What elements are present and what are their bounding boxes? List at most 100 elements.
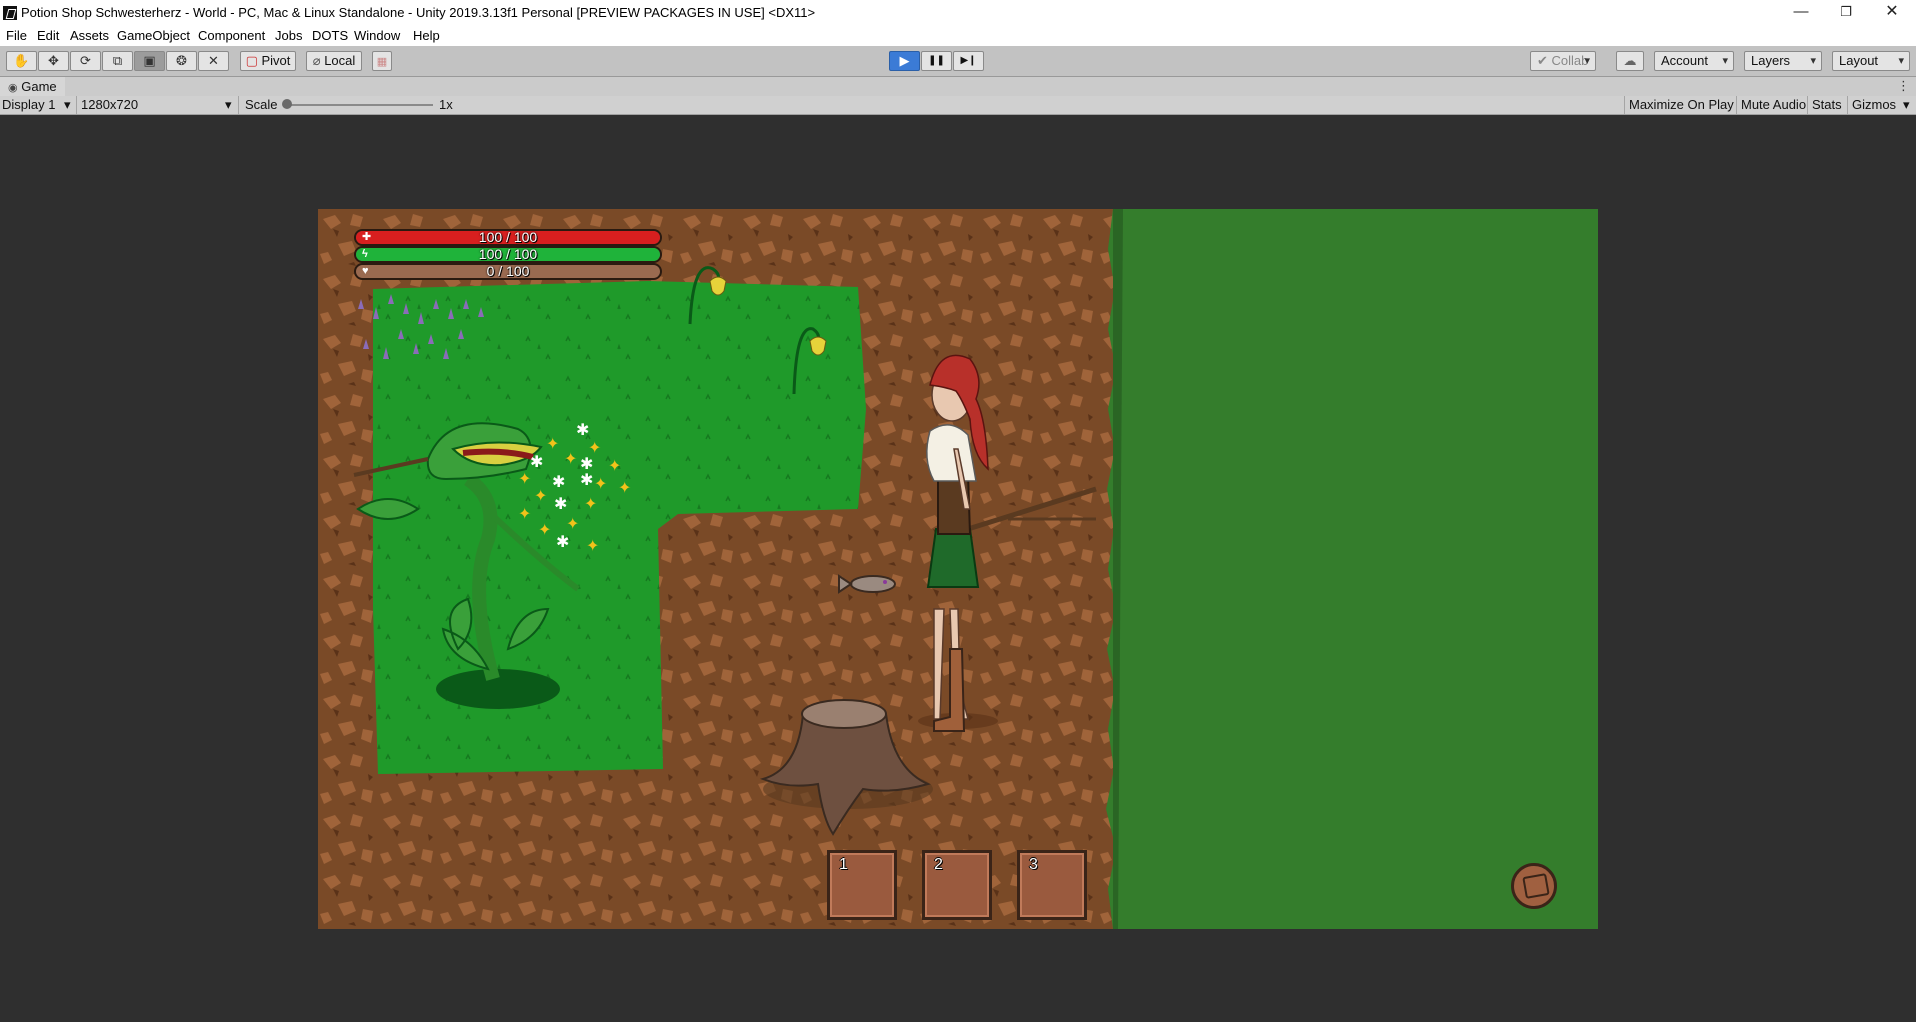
pivot-label: Pivot — [261, 53, 291, 68]
toolbar: ✋ ✥ ⟳ ⧉ ▣ ❂ ✕ ▢ Pivot ⌀ Local ▦ ▶ ❚❚ ▶❙ … — [0, 46, 1916, 77]
tab-game[interactable]: ◉ Game — [0, 77, 65, 96]
tools-icon: ✕ — [208, 53, 219, 68]
inventory-button[interactable] — [1511, 863, 1557, 909]
hand-tool-button[interactable]: ✋ — [6, 51, 37, 71]
menu-gameobject[interactable]: GameObject — [117, 28, 190, 43]
maximize-on-play-toggle[interactable]: Maximize On Play — [1629, 96, 1734, 114]
menu-help[interactable]: Help — [413, 28, 440, 43]
unity-logo-icon — [3, 6, 17, 20]
scale-slider-handle[interactable] — [282, 99, 292, 109]
svg-text:✦: ✦ — [538, 520, 551, 539]
svg-text:✦: ✦ — [584, 494, 597, 513]
scale-tool-button[interactable]: ⧉ — [102, 51, 133, 71]
affection-bar: ♥ 0 / 100 — [354, 263, 662, 280]
svg-text:✦: ✦ — [566, 514, 579, 533]
slot-number: 3 — [1029, 856, 1038, 873]
move-tool-button[interactable]: ✥ — [38, 51, 69, 71]
svg-text:✦: ✦ — [518, 469, 531, 488]
grid-icon: ▦ — [376, 56, 388, 68]
collab-label: Collab — [1551, 53, 1589, 68]
close-button[interactable]: ✕ — [1870, 0, 1914, 26]
svg-text:✦: ✦ — [534, 486, 547, 505]
rotate-icon: ⟳ — [80, 53, 91, 68]
gamepad-icon: ◉ — [8, 82, 18, 94]
collab-dropdown[interactable]: ✔ Collab — [1530, 51, 1596, 71]
svg-text:✦: ✦ — [564, 449, 577, 468]
game-view-controls: Display 1 ▾ 1280x720 ▾ Scale 1x Maximize… — [0, 96, 1916, 115]
window-title: Potion Shop Schwesterherz - World - PC, … — [21, 5, 816, 20]
dark-grass-area — [1106, 209, 1598, 929]
svg-text:✱: ✱ — [554, 494, 567, 513]
game-tab-bar: ◉ Game ⋮ — [0, 77, 1916, 96]
local-icon: ⌀ — [312, 53, 321, 68]
svg-text:✦: ✦ — [586, 536, 599, 555]
menu-component[interactable]: Component — [198, 28, 265, 43]
health-value: 100 / 100 — [478, 229, 538, 245]
play-button[interactable]: ▶ — [889, 51, 920, 71]
scale-label: Scale — [245, 97, 278, 112]
chevron-down-icon: ▾ — [64, 97, 71, 112]
display-dropdown[interactable]: Display 1 — [2, 96, 55, 114]
local-label: Local — [324, 53, 356, 68]
cloud-icon: ☁ — [1623, 53, 1637, 68]
health-bar: ✚ 100 / 100 — [354, 229, 662, 246]
account-dropdown[interactable]: Account — [1654, 51, 1734, 71]
svg-text:✱: ✱ — [552, 472, 565, 491]
svg-text:✱: ✱ — [576, 420, 589, 439]
grid-snap-button[interactable]: ▦ — [372, 51, 392, 71]
game-viewport[interactable]: ✱ ✦ ✦ ✱ ✦ ✱ ✦ ✦ ✱ ✱ ✦ ✦ ✱ ✦ ✦ ✦ ✦ ✦ ✱ ✦ — [318, 209, 1598, 929]
custom-tool-button[interactable]: ✕ — [198, 51, 229, 71]
transform-tool-button[interactable]: ❂ — [166, 51, 197, 71]
minimize-button[interactable]: — — [1779, 0, 1823, 26]
scale-icon: ⧉ — [112, 53, 123, 68]
transform-icon: ❂ — [176, 53, 187, 68]
svg-text:✱: ✱ — [580, 470, 593, 489]
step-button[interactable]: ▶❙ — [953, 51, 984, 71]
more-options-icon[interactable]: ⋮ — [1897, 77, 1910, 95]
hand-icon: ✋ — [13, 53, 30, 68]
stamina-bar: ϟ 100 / 100 — [354, 246, 662, 263]
svg-text:✦: ✦ — [546, 434, 559, 453]
menu-window[interactable]: Window — [354, 28, 400, 43]
cloud-button[interactable]: ☁ — [1616, 51, 1644, 71]
local-toggle[interactable]: ⌀ Local — [306, 51, 362, 71]
menu-assets[interactable]: Assets — [70, 28, 109, 43]
game-scene: ✱ ✦ ✦ ✱ ✦ ✱ ✦ ✦ ✱ ✱ ✦ ✦ ✱ ✦ ✦ ✦ ✦ ✦ ✱ ✦ — [318, 209, 1598, 929]
menu-file[interactable]: File — [6, 28, 27, 43]
hotbar-slot-1[interactable]: 1 — [827, 850, 897, 920]
chevron-down-icon: ▾ — [1903, 97, 1910, 112]
bag-icon — [1522, 873, 1550, 899]
mute-audio-toggle[interactable]: Mute Audio — [1741, 96, 1806, 114]
affection-value: 0 / 100 — [486, 263, 530, 279]
stats-toggle[interactable]: Stats — [1812, 96, 1842, 114]
layers-dropdown[interactable]: Layers — [1744, 51, 1822, 71]
slot-number: 2 — [934, 856, 943, 873]
svg-text:✱: ✱ — [530, 452, 543, 471]
chevron-down-icon: ▾ — [225, 97, 232, 112]
rect-tool-button[interactable]: ▣ — [134, 51, 165, 71]
move-arrows-icon: ✥ — [48, 53, 59, 68]
hotbar-slot-3[interactable]: 3 — [1017, 850, 1087, 920]
svg-text:✦: ✦ — [518, 504, 531, 523]
restore-button[interactable]: ❐ — [1824, 0, 1868, 26]
menu-jobs[interactable]: Jobs — [275, 28, 302, 43]
pause-button[interactable]: ❚❚ — [921, 51, 952, 71]
svg-text:✱: ✱ — [556, 532, 569, 551]
scale-value: 1x — [439, 97, 453, 112]
rect-icon: ▣ — [143, 53, 156, 68]
rotate-tool-button[interactable]: ⟳ — [70, 51, 101, 71]
menu-dots[interactable]: DOTS — [312, 28, 348, 43]
check-icon: ✔ — [1537, 53, 1548, 68]
hotbar-slot-2[interactable]: 2 — [922, 850, 992, 920]
menu-edit[interactable]: Edit — [37, 28, 59, 43]
resolution-dropdown[interactable]: 1280x720 — [81, 96, 138, 114]
pivot-toggle[interactable]: ▢ Pivot — [240, 51, 296, 71]
scale-slider-track[interactable] — [288, 104, 433, 106]
gizmos-toggle[interactable]: Gizmos — [1852, 96, 1896, 114]
stamina-value: 100 / 100 — [478, 246, 538, 262]
svg-text:✦: ✦ — [618, 478, 631, 497]
layout-dropdown[interactable]: Layout — [1832, 51, 1910, 71]
svg-text:✦: ✦ — [594, 474, 607, 493]
tab-game-label: Game — [21, 79, 57, 94]
svg-text:✦: ✦ — [608, 456, 621, 475]
